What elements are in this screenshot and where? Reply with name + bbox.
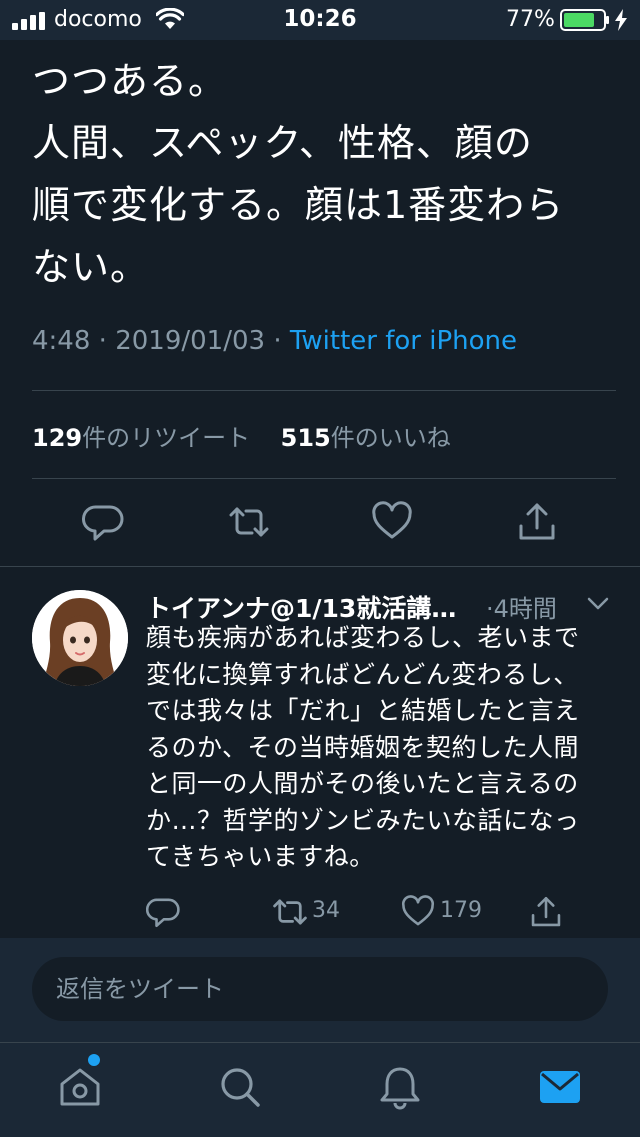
tweet-source-link[interactable]: Twitter for iPhone [290,326,517,356]
tweet-text: つつある。 人間、スペック、性格、顔の 順で変化する。顔は1番変わら ない。 [32,50,622,298]
chevron-down-icon[interactable] [586,592,610,614]
meta-separator: · [273,326,282,356]
tweet-text-line: 人間、スペック、性格、顔の [32,121,533,165]
reply-text-line: てきちゃいますね。 [146,842,375,871]
reply-text-line: るのか、その当時婚姻を契約した人間 [146,732,580,762]
messages-icon[interactable] [537,1064,583,1110]
battery-percent: 77% [506,7,555,32]
reply-text-line: と同一の人間がその後いたと言えるの [146,769,579,798]
tweet-text-line: 順で変化する。顔は1番変わら [32,183,565,227]
retweet-icon[interactable] [228,501,270,543]
status-bar: docomo 10:26 77% [0,0,640,40]
divider [32,390,616,391]
tweet-meta: 4:48 · 2019/01/03 · Twitter for iPhone [32,326,517,356]
reply-icon[interactable] [146,894,180,930]
reply-text-line: 変化に換算すればどんどん変わるし、 [146,659,579,689]
notifications-icon[interactable] [377,1064,423,1110]
reply-text-line: か…？哲学的ゾンビみたいな話になっ [146,805,580,835]
reply-like-count: 179 [440,898,482,923]
notification-dot [88,1054,100,1066]
battery-icon [560,9,609,31]
reply-retweet-count: 34 [312,898,340,923]
home-icon[interactable] [57,1064,103,1110]
tweet-text-line: つつある。 [32,59,228,103]
reply-text-line: 顔も疾病があれば変わるし、老いまで [146,623,580,652]
avatar[interactable] [32,590,128,686]
avatar-portrait [32,590,128,686]
reply-icon[interactable] [82,501,124,543]
search-icon[interactable] [217,1064,263,1110]
reply-time: ·4時間 [486,595,557,623]
tweet-stats: 129件のリツイート 515件のいいね [32,418,451,453]
retweet-icon[interactable] [272,894,308,930]
likes-count: 515 [280,424,331,452]
likes-label: 件のいいね [330,424,451,452]
divider [0,566,640,567]
divider [32,478,616,479]
retweets-label: 件のリツイート [82,424,251,452]
charging-bolt-icon [615,9,627,31]
reply-input[interactable] [32,957,608,1021]
share-icon[interactable] [516,501,558,543]
like-icon[interactable] [371,501,413,543]
meta-separator: · [98,326,107,356]
tweet-text-line: ない。 [32,245,150,289]
tweet-date: 2019/01/03 [115,326,266,356]
retweets-stat[interactable]: 129件のリツイート [32,424,250,452]
like-icon[interactable] [401,894,435,930]
share-icon[interactable] [529,894,563,930]
reply-text-line: では我々は「だれ」と結婚したと言え [146,696,580,725]
retweets-count: 129 [32,424,83,452]
tweet-time: 4:48 [32,326,91,356]
reply-text: 顔も疾病があれば変わるし、老いまで 変化に換算すればどんどん変わるし、 では我々… [146,620,606,876]
likes-stat[interactable]: 515件のいいね [281,424,451,452]
